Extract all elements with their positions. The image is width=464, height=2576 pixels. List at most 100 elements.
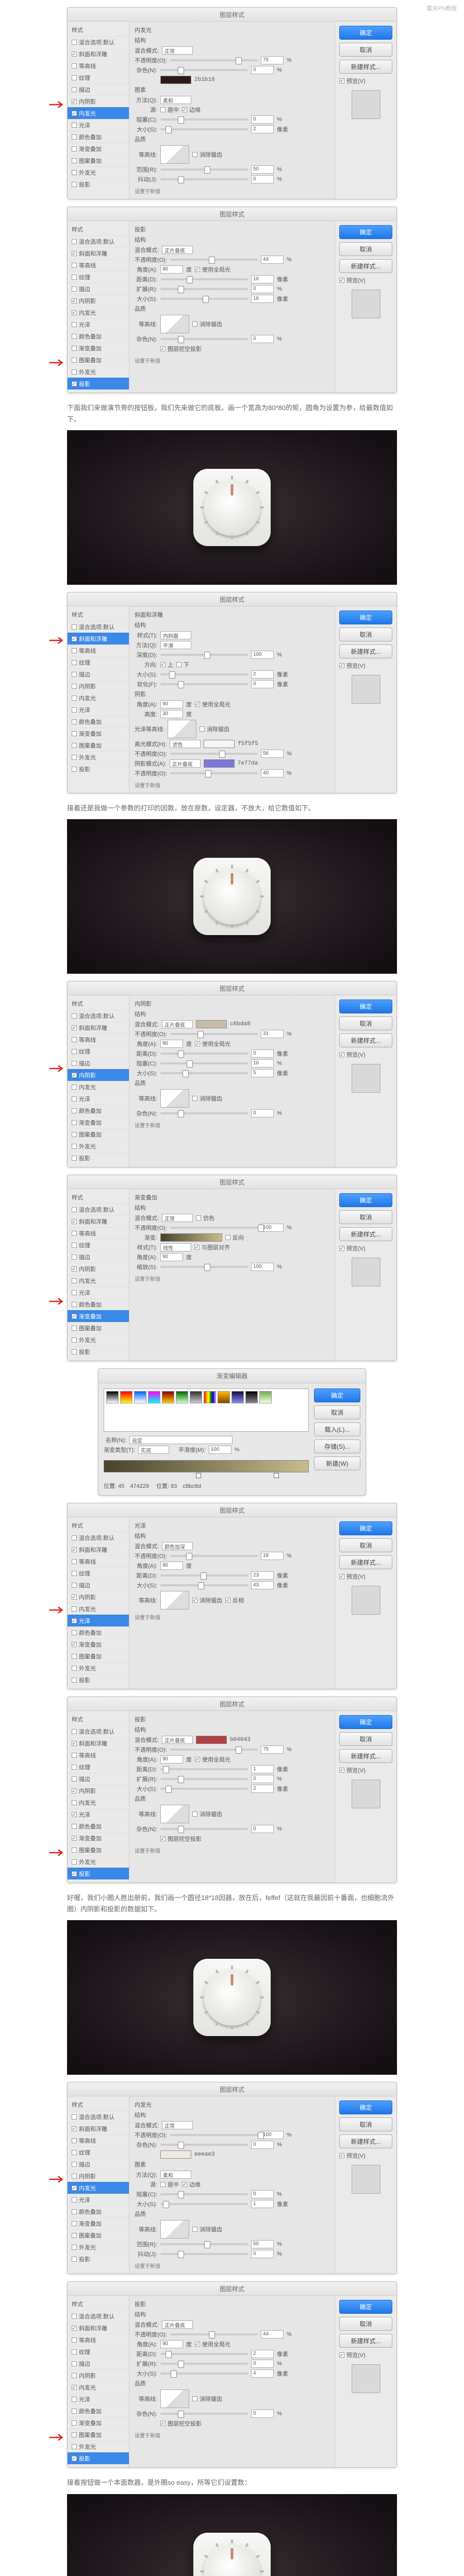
sidebar-item[interactable]: 渐变叠加 <box>68 1116 129 1128</box>
dropdown[interactable]: 内斜面 <box>160 631 191 639</box>
preset-swatch[interactable] <box>148 1391 160 1403</box>
number-input[interactable]: 90 <box>160 2340 183 2348</box>
sidebar-item[interactable]: 渐变叠加 <box>68 2417 129 2429</box>
dropdown[interactable]: 正常 <box>162 2121 193 2129</box>
slider[interactable] <box>160 69 248 71</box>
sidebar-item[interactable]: 斜面和浮雕 <box>68 1544 129 1555</box>
contour-picker[interactable] <box>160 1805 189 1823</box>
preview-checkbox[interactable]: 预览(V) <box>339 2351 392 2359</box>
cancel-button[interactable]: 取消 <box>339 2317 392 2331</box>
number-input[interactable]: 43 <box>251 1581 274 1589</box>
sidebar-item[interactable]: 斜面和浮雕 <box>68 1022 129 1033</box>
slider[interactable] <box>160 2243 248 2245</box>
sidebar-item[interactable]: 描边 <box>68 1251 129 1263</box>
gradient-swatch[interactable] <box>160 1233 222 1242</box>
sidebar-item[interactable]: 投影 <box>68 1674 129 1686</box>
number-input[interactable]: 0 <box>251 66 274 74</box>
sidebar-item[interactable]: 投影 <box>68 2452 129 2464</box>
sidebar-item[interactable]: 图案叠加 <box>68 1650 129 1662</box>
sidebar-item[interactable]: 颜色叠加 <box>68 1105 129 1116</box>
checkbox[interactable]: 与图层对齐 <box>194 1243 230 1251</box>
sidebar-item[interactable]: 等高线 <box>68 1033 129 1045</box>
number-input[interactable]: 0 <box>251 680 274 688</box>
sidebar-item[interactable]: 描边 <box>68 668 129 680</box>
sidebar-item[interactable]: 混合选项:默认 <box>68 2111 129 2123</box>
sidebar-item[interactable]: 光泽 <box>68 1615 129 1626</box>
preset-swatch[interactable] <box>204 1391 216 1403</box>
save-button[interactable]: 存储(S)... <box>314 1439 360 1453</box>
slider[interactable] <box>160 338 248 340</box>
sidebar-item[interactable]: 等高线 <box>68 2134 129 2146</box>
number-input[interactable]: 100 <box>261 1224 284 1232</box>
sidebar-item[interactable]: 纹理 <box>68 656 129 668</box>
number-input[interactable]: 10 <box>251 275 274 283</box>
sidebar-item[interactable]: 外发光 <box>68 1662 129 1674</box>
sidebar-item[interactable]: 等高线 <box>68 1749 129 1761</box>
slider[interactable] <box>160 1788 248 1790</box>
dropdown[interactable]: 正常 <box>162 46 193 55</box>
checkbox[interactable]: 消除锯齿 <box>200 725 229 733</box>
sidebar-item[interactable]: 外发光 <box>68 2241 129 2253</box>
color-swatch[interactable] <box>196 1736 227 1744</box>
sidebar-item[interactable]: 内阴影 <box>68 2170 129 2182</box>
slider[interactable] <box>170 2333 258 2335</box>
checkbox[interactable]: 消除锯齿 <box>192 1810 222 1818</box>
sidebar-item[interactable]: 光泽 <box>68 119 129 131</box>
sidebar-item[interactable]: 等高线 <box>68 1555 129 1567</box>
preview-checkbox[interactable]: 预览(V) <box>339 276 392 284</box>
sidebar-item[interactable]: 光泽 <box>68 2194 129 2206</box>
sidebar-item[interactable]: 外发光 <box>68 166 129 178</box>
slider[interactable] <box>160 1053 248 1055</box>
sidebar-item[interactable]: 外发光 <box>68 2441 129 2452</box>
sidebar-item[interactable]: 渐变叠加 <box>68 2217 129 2229</box>
sidebar-item[interactable]: 外发光 <box>68 1140 129 1152</box>
preset-swatch[interactable] <box>190 1391 202 1403</box>
slider[interactable] <box>160 2203 248 2205</box>
sidebar-item[interactable]: 内阴影 <box>68 2369 129 2381</box>
preset-swatch[interactable] <box>162 1391 174 1403</box>
number-input[interactable]: 31 <box>261 1030 284 1038</box>
slider[interactable] <box>160 673 248 675</box>
sidebar-item[interactable]: 斜面和浮雕 <box>68 2123 129 2134</box>
dropdown[interactable]: 柔和 <box>160 2171 191 2179</box>
slider[interactable] <box>160 654 248 656</box>
sidebar-item[interactable]: 内发光 <box>68 1275 129 1286</box>
cancel-button[interactable]: 取消 <box>339 242 392 256</box>
sidebar-item[interactable]: 渐变叠加 <box>68 1832 129 1844</box>
sidebar-item[interactable]: 图案叠加 <box>68 155 129 166</box>
number-input[interactable]: 56 <box>261 750 284 758</box>
checkbox[interactable]: 边缘 <box>182 2180 201 2189</box>
number-input[interactable]: 40 <box>261 769 284 777</box>
ok-button[interactable]: 确定 <box>339 1521 392 1535</box>
number-input[interactable]: 1 <box>251 2200 274 2208</box>
slider[interactable] <box>160 2193 248 2195</box>
number-input[interactable]: 0 <box>251 115 274 124</box>
number-input[interactable]: 10 <box>251 1059 274 1067</box>
slider[interactable] <box>160 2144 248 2146</box>
number-input[interactable]: 100 <box>251 651 274 659</box>
cancel-button[interactable]: 取消 <box>339 1538 392 1552</box>
new-style-button[interactable]: 新建样式... <box>339 1749 392 1763</box>
slider[interactable] <box>170 2134 258 2136</box>
sidebar-item[interactable]: 内发光 <box>68 307 129 318</box>
checkbox[interactable]: 消除锯齿 <box>192 320 222 328</box>
contour-picker[interactable] <box>160 2220 189 2239</box>
sidebar-item[interactable]: 纹理 <box>68 72 129 83</box>
sidebar-item[interactable]: 投影 <box>68 1868 129 1879</box>
sidebar-item[interactable]: 投影 <box>68 763 129 775</box>
number-input[interactable]: 90 <box>160 1755 183 1764</box>
sidebar-item[interactable]: 混合选项:默认 <box>68 1010 129 1022</box>
sidebar-item[interactable]: 光泽 <box>68 704 129 716</box>
checkbox[interactable]: 消除锯齿 <box>192 2395 222 2403</box>
number-input[interactable]: 16 <box>251 295 274 303</box>
gradient-stop[interactable] <box>274 1473 279 1478</box>
dropdown[interactable]: 正片叠底 <box>162 1736 193 1744</box>
sidebar-item[interactable]: 混合选项:默认 <box>68 621 129 633</box>
number-input[interactable]: 0 <box>251 285 274 293</box>
sidebar-item[interactable]: 纹理 <box>68 1239 129 1251</box>
new-style-button[interactable]: 新建样式... <box>339 1033 392 1047</box>
dropdown[interactable]: 颜色加深 <box>162 1542 193 1550</box>
checkbox[interactable]: 消除锯齿 <box>192 1094 222 1103</box>
color-swatch[interactable] <box>160 76 191 84</box>
slider[interactable] <box>160 1266 248 1268</box>
